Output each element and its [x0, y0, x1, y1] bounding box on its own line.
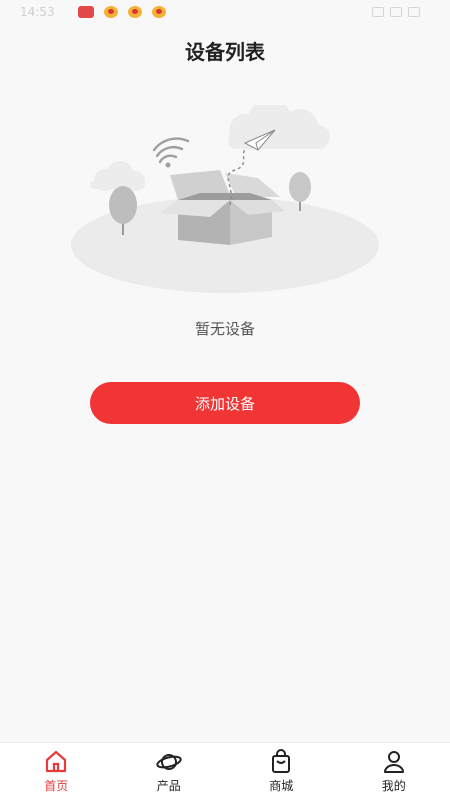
tab-store[interactable]: 商城 [236, 749, 326, 794]
bottom-tab-bar: 首页 产品 商城 我的 [0, 742, 450, 800]
tab-label: 商城 [269, 779, 294, 793]
tab-home[interactable]: 首页 [11, 749, 101, 794]
app-notification-icon [78, 6, 94, 18]
tab-label: 我的 [381, 779, 406, 793]
weibo-notification-icon [104, 6, 118, 18]
empty-state-message: 暂无设备 [194, 320, 255, 338]
status-right [372, 7, 420, 17]
wifi-icon [390, 7, 402, 17]
status-left: 14:53 [20, 5, 166, 19]
tab-profile[interactable]: 我的 [349, 749, 439, 794]
status-time: 14:53 [20, 5, 55, 19]
signal-icon [372, 7, 384, 17]
home-icon [46, 750, 67, 773]
tab-label: 产品 [156, 779, 181, 793]
empty-box-illustration [71, 105, 379, 293]
weibo-notification-icon [128, 6, 142, 18]
add-device-button[interactable]: 添加设备 [90, 382, 360, 424]
planet-icon [156, 754, 182, 770]
battery-icon [408, 7, 420, 17]
page-title: 设备列表 [185, 40, 265, 64]
status-bar: 14:53 [0, 0, 450, 26]
user-icon [383, 751, 404, 773]
shopping-bag-icon [272, 749, 291, 773]
tab-products[interactable]: 产品 [124, 749, 214, 794]
tab-label: 首页 [44, 779, 69, 793]
weibo-notification-icon [152, 6, 166, 18]
